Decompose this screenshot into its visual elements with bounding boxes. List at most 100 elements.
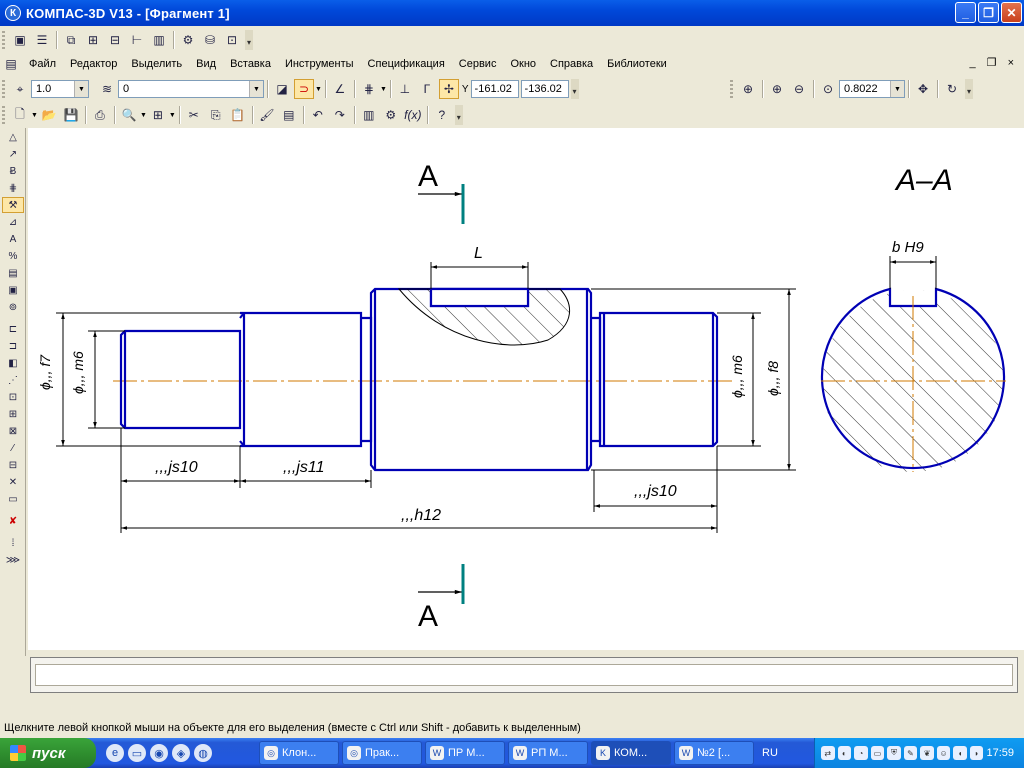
chevron-down-icon[interactable]: ▼: [169, 112, 176, 119]
tray-icon-leaf[interactable]: ❦: [920, 746, 934, 760]
database-icon[interactable]: ⛁: [200, 30, 220, 50]
parametrization-icon[interactable]: ⚒: [2, 197, 24, 213]
firefox-icon[interactable]: ◍: [194, 744, 212, 762]
menu-file[interactable]: Файл: [22, 53, 63, 75]
print-icon[interactable]: ⎙: [90, 105, 110, 125]
minimize-button[interactable]: _: [955, 2, 976, 23]
menu-view[interactable]: Вид: [189, 53, 223, 75]
toolbar-grip[interactable]: [2, 106, 5, 124]
reports-icon[interactable]: ▤: [2, 265, 24, 281]
document-icon[interactable]: ▤: [1, 54, 21, 74]
help-cursor-icon[interactable]: ?: [432, 105, 452, 125]
zoom-combo[interactable]: 0.8022 ▼: [839, 80, 905, 98]
chevron-down-icon[interactable]: ▼: [31, 112, 38, 119]
close-button[interactable]: ✕: [1001, 2, 1022, 23]
tool-3-icon[interactable]: ◧: [2, 355, 24, 371]
pan-icon[interactable]: ✥: [913, 79, 933, 99]
manager-icon[interactable]: ▥: [359, 105, 379, 125]
zoom-scale-icon[interactable]: ⊙: [818, 79, 838, 99]
ortho-icon[interactable]: ⊥: [395, 79, 415, 99]
snap-magnet-icon[interactable]: ⊃: [294, 79, 314, 99]
app-icon-2[interactable]: ◈: [172, 744, 190, 762]
tool-8-icon[interactable]: ⁄: [2, 440, 24, 456]
spec-icon[interactable]: ☰: [32, 30, 52, 50]
tool-12-icon[interactable]: ⁞: [2, 535, 24, 551]
menu-specification[interactable]: Спецификация: [361, 53, 452, 75]
layout-icon[interactable]: ⊞: [148, 105, 168, 125]
toolbar-overflow-icon[interactable]: ▾: [245, 30, 253, 50]
chevron-down-icon[interactable]: ▼: [380, 86, 387, 93]
zoom-out-icon[interactable]: ⊖: [789, 79, 809, 99]
language-indicator[interactable]: RU: [762, 747, 778, 759]
selection-icon[interactable]: A: [2, 231, 24, 247]
delete-icon[interactable]: ✘: [2, 513, 24, 529]
local-cs-icon[interactable]: ∠: [330, 79, 350, 99]
copy-icon[interactable]: ⎘: [206, 105, 226, 125]
kompas-app-icon[interactable]: К: [5, 5, 21, 21]
properties-list-icon[interactable]: ▤: [279, 105, 299, 125]
menu-insert[interactable]: Вставка: [223, 53, 278, 75]
redo-icon[interactable]: ↷: [330, 105, 350, 125]
open-folder-icon[interactable]: 📂: [39, 105, 59, 125]
library-icon[interactable]: ▥: [149, 30, 169, 50]
ie-icon[interactable]: e: [106, 744, 124, 762]
editing-icon[interactable]: ⋕: [2, 180, 24, 196]
menu-help[interactable]: Справка: [543, 53, 600, 75]
task-1[interactable]: ◎ Клон...: [259, 741, 339, 765]
tray-icon-shield[interactable]: ⛨: [887, 746, 901, 760]
save-icon[interactable]: 💾: [61, 105, 81, 125]
chevron-down-icon[interactable]: ▼: [890, 81, 904, 97]
menu-tools[interactable]: Инструменты: [278, 53, 361, 75]
task-2[interactable]: ◎ Прак...: [342, 741, 422, 765]
tool-2-icon[interactable]: ⊐: [2, 338, 24, 354]
tray-icon-media[interactable]: ◗: [969, 746, 984, 760]
chevron-down-icon[interactable]: ▼: [74, 81, 88, 97]
toolbar-overflow-icon[interactable]: ▾: [965, 79, 973, 99]
task-3[interactable]: W ПР М...: [425, 741, 505, 765]
chevron-down-icon[interactable]: ▼: [315, 86, 322, 93]
designations-icon[interactable]: Ƀ: [2, 163, 24, 179]
grid-icon[interactable]: ⋕: [359, 79, 379, 99]
mdi-window-controls[interactable]: _ ❐ ×: [969, 56, 1018, 69]
tray-icon-drive[interactable]: ▭: [870, 746, 885, 760]
toolbar-grip[interactable]: [730, 80, 733, 98]
task-5[interactable]: K КОМ...: [591, 741, 671, 765]
tool-6-icon[interactable]: ⊞: [2, 406, 24, 422]
chevron-down-icon[interactable]: ▼: [249, 81, 263, 97]
insert-icon[interactable]: ▣: [2, 282, 24, 298]
lock-icon[interactable]: ⊡: [222, 30, 242, 50]
3d-part-icon[interactable]: ▣: [10, 30, 30, 50]
cursor-step-icon[interactable]: ⌖: [10, 79, 30, 99]
components-icon[interactable]: ⊟: [105, 30, 125, 50]
menu-select[interactable]: Выделить: [124, 53, 189, 75]
coord-x-field[interactable]: -161.02: [470, 80, 519, 98]
tool-9-icon[interactable]: ⊟: [2, 457, 24, 473]
tray-icon-steam[interactable]: ◐: [837, 746, 852, 760]
zoom-window-icon[interactable]: ⊕: [738, 79, 758, 99]
tray-icon-tool[interactable]: ✎: [903, 746, 918, 760]
task-6[interactable]: W №2 [...: [674, 741, 754, 765]
chevron-down-icon[interactable]: ▼: [140, 112, 147, 119]
preview-icon[interactable]: 🔍: [119, 105, 139, 125]
dimensions-icon[interactable]: ↗: [2, 146, 24, 162]
toolbar-overflow-icon[interactable]: ▾: [454, 105, 463, 125]
geometry-icon[interactable]: △: [2, 129, 24, 145]
menu-editor[interactable]: Редактор: [63, 53, 124, 75]
paste-icon[interactable]: 📋: [228, 105, 248, 125]
snap-icon[interactable]: ✢: [438, 79, 459, 99]
cut-icon[interactable]: ✂: [184, 105, 204, 125]
tray-icon-network[interactable]: ⇄: [821, 746, 835, 760]
toolbar-overflow-icon[interactable]: ▾: [570, 79, 579, 99]
menu-libraries[interactable]: Библиотеки: [600, 53, 674, 75]
toolbar-grip[interactable]: [2, 31, 5, 49]
toolbar-grip[interactable]: [2, 80, 5, 98]
refresh-icon[interactable]: ↻: [942, 79, 962, 99]
drawing-canvas[interactable]: ϕ,,, f7 ϕ,,, m6 ϕ,,, m6 ϕ,,, f8 ,,,js10: [28, 128, 1024, 650]
new-document-icon[interactable]: 🗋: [10, 105, 30, 125]
tool-11-icon[interactable]: ▭: [2, 491, 24, 507]
tray-icon-chat[interactable]: ◔: [854, 746, 868, 760]
parameters-icon[interactable]: ⚙: [381, 105, 401, 125]
app-icon-1[interactable]: ◉: [150, 744, 168, 762]
tool-1-icon[interactable]: ⊏: [2, 321, 24, 337]
properties-icon[interactable]: ◪: [272, 79, 292, 99]
